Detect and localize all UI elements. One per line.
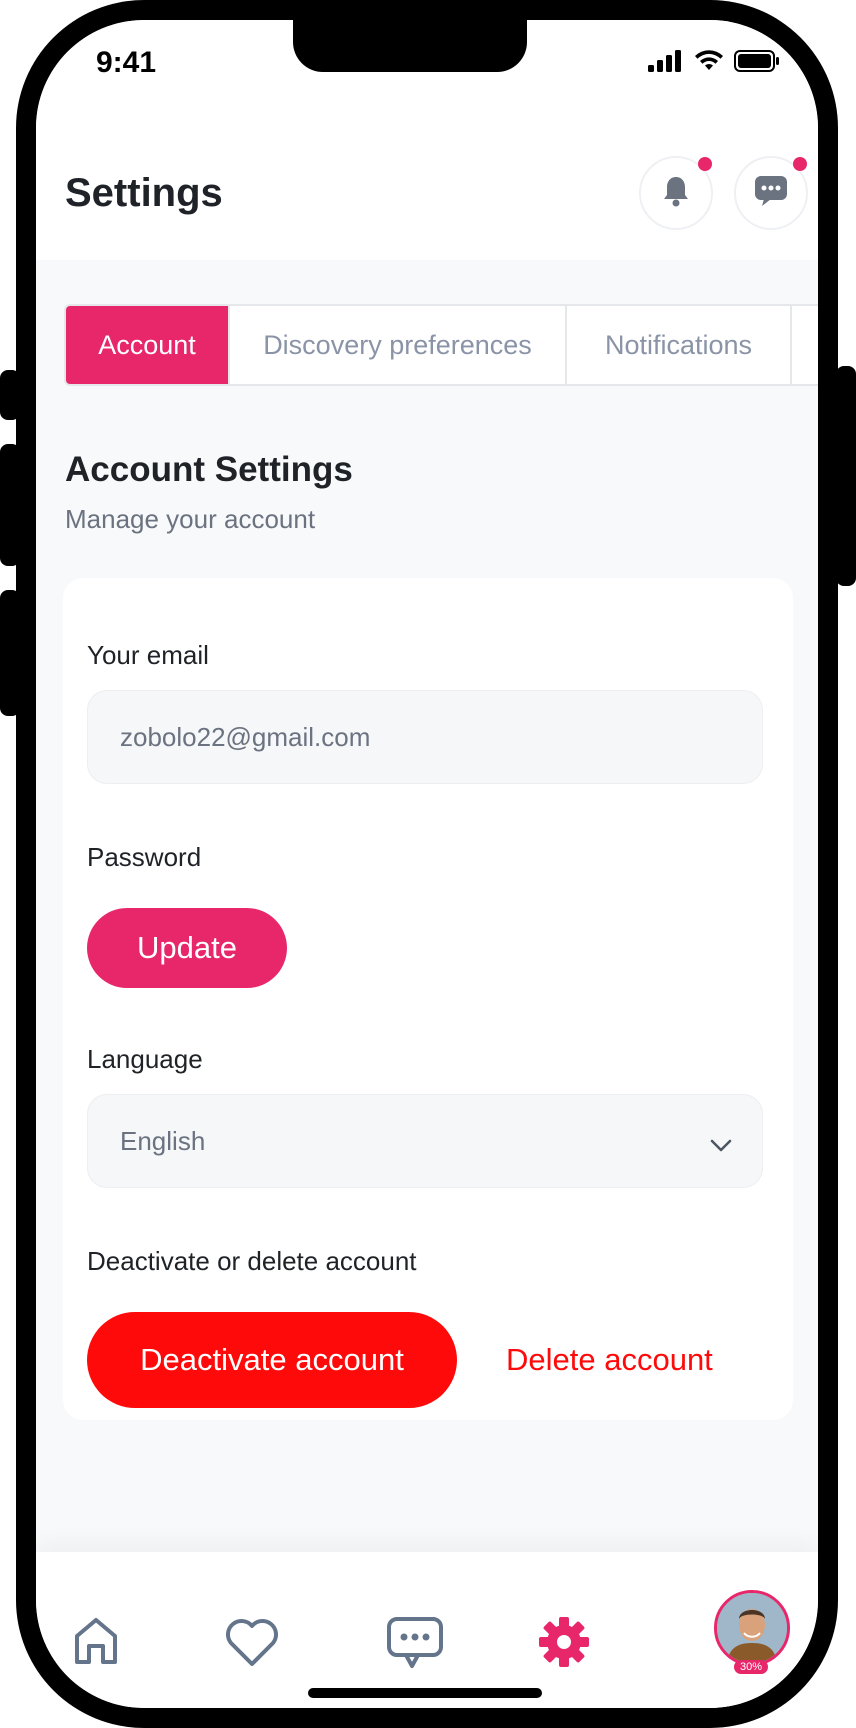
wifi-icon <box>694 50 724 77</box>
home-icon <box>72 1618 120 1670</box>
profile-completion-badge: 30% <box>734 1660 769 1674</box>
notch <box>293 20 527 72</box>
email-value: zobolo22@gmail.com <box>120 721 371 752</box>
chat-bubble-icon <box>754 175 788 212</box>
nav-likes[interactable] <box>224 1618 280 1673</box>
deactivate-label: Deactivate or delete account <box>87 1246 417 1276</box>
section-title: Account Settings <box>65 450 353 489</box>
delete-account-link[interactable]: Delete account <box>506 1342 713 1378</box>
page-title: Settings <box>65 171 223 215</box>
messages-button[interactable] <box>734 156 808 230</box>
language-select[interactable]: English <box>87 1094 763 1188</box>
power-button <box>836 366 856 586</box>
nav-settings[interactable] <box>538 1616 590 1673</box>
account-settings-card: Your email zobolo22@gmail.com Password U… <box>63 578 793 1420</box>
section-subtitle: Manage your account <box>65 504 316 534</box>
settings-tabs: Account Discovery preferences Notificati… <box>64 304 818 386</box>
bottom-nav: 30% <box>36 1552 818 1708</box>
heart-icon <box>224 1619 280 1672</box>
battery-icon <box>734 50 780 77</box>
language-label: Language <box>87 1044 203 1074</box>
email-field[interactable]: zobolo22@gmail.com <box>87 690 763 784</box>
nav-home[interactable] <box>72 1616 120 1671</box>
notifications-button[interactable] <box>639 156 713 230</box>
email-label: Your email <box>87 640 209 670</box>
home-indicator <box>308 1688 542 1698</box>
avatar <box>714 1590 790 1666</box>
phone-frame: 9:41 Settings Account Discovery preferen… <box>16 0 838 1728</box>
tab-notifications[interactable]: Notifications <box>567 306 792 384</box>
bell-icon <box>662 175 690 212</box>
nav-profile[interactable]: 30% <box>714 1590 790 1674</box>
message-dot <box>793 157 807 171</box>
password-label: Password <box>87 842 202 872</box>
tab-overflow[interactable] <box>792 306 818 384</box>
update-password-button[interactable]: Update <box>87 908 287 988</box>
deactivate-account-button[interactable]: Deactivate account <box>87 1312 457 1408</box>
chat-icon <box>386 1617 444 1674</box>
chevron-down-icon <box>710 1129 732 1160</box>
gear-icon <box>538 1617 590 1672</box>
nav-messages[interactable] <box>386 1616 444 1675</box>
signal-icon <box>648 50 684 77</box>
notification-dot <box>698 157 712 171</box>
language-value: English <box>120 1125 206 1156</box>
tab-account[interactable]: Account <box>66 306 230 384</box>
screen: 9:41 Settings Account Discovery preferen… <box>36 20 818 1708</box>
status-icons <box>648 50 780 77</box>
tab-discovery-preferences[interactable]: Discovery preferences <box>230 306 567 384</box>
header: Settings <box>36 130 818 260</box>
status-time: 9:41 <box>96 46 157 79</box>
